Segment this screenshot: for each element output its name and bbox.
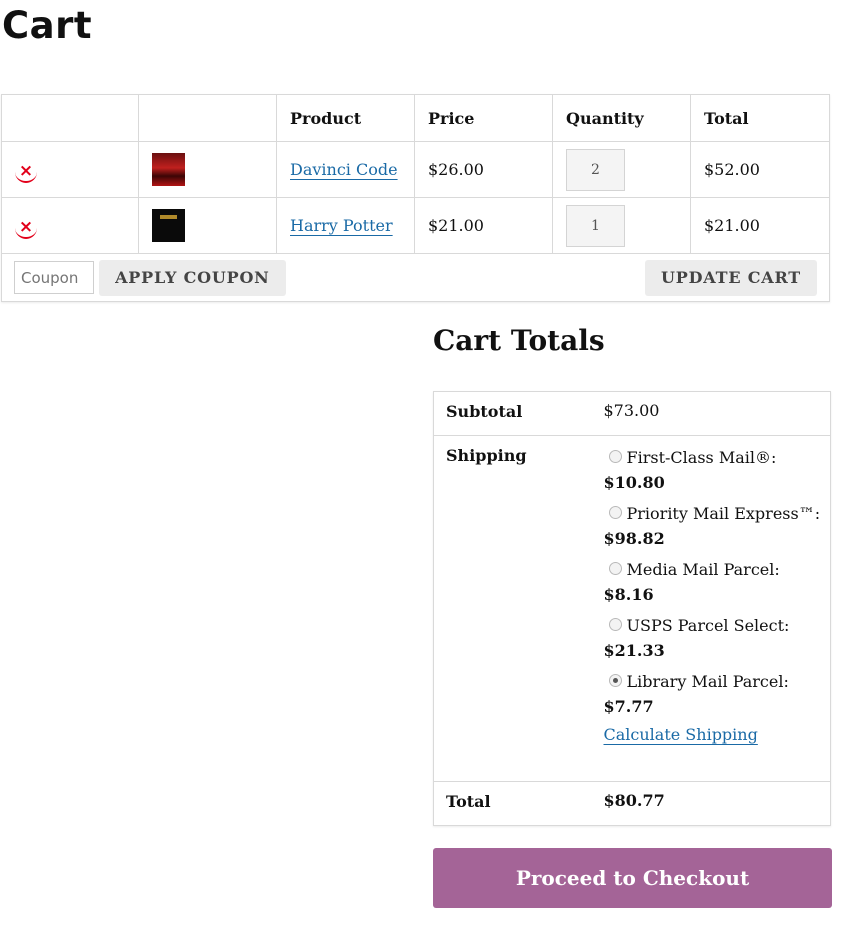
cart-header-row: Product Price Quantity Total (1, 94, 830, 142)
book-cover-davinci-icon[interactable] (152, 153, 185, 186)
product-link[interactable]: Harry Potter (290, 216, 393, 235)
shipping-option-cost: $7.77 (603, 697, 654, 716)
header-thumbnail (138, 94, 277, 142)
update-cart-button[interactable]: UPDATE CART (645, 259, 817, 296)
shipping-option[interactable]: Priority Mail Express™: $98.82 (604, 501, 823, 551)
remove-cell: × (1, 197, 139, 254)
shipping-option[interactable]: USPS Parcel Select: $21.33 (604, 613, 823, 663)
shipping-radio[interactable] (608, 618, 622, 631)
header-total: Total (690, 94, 830, 142)
product-link[interactable]: Davinci Code (290, 160, 398, 179)
line-total-cell: $52.00 (690, 141, 830, 198)
header-product: Product (276, 94, 415, 142)
price-cell: $21.00 (414, 197, 553, 254)
order-total-row: Total $80.77 (433, 781, 831, 826)
subtotal-label: Subtotal (433, 391, 592, 436)
subtotal-value: $73.00 (591, 391, 831, 436)
remove-cell: × (1, 141, 139, 198)
cart-table: Product Price Quantity Total × Davinci C… (1, 94, 830, 302)
cart-totals-title: Cart Totals (433, 324, 605, 357)
quantity-input[interactable] (566, 148, 625, 191)
quantity-cell (552, 197, 691, 254)
proceed-to-checkout-button[interactable]: Proceed to Checkout (433, 848, 832, 908)
shipping-radio-selected[interactable] (608, 674, 622, 687)
shipping-method-list: First-Class Mail®: $10.80 Priority Mail … (604, 445, 823, 719)
quantity-input[interactable] (566, 204, 625, 247)
shipping-option[interactable]: First-Class Mail®: $10.80 (604, 445, 823, 495)
quantity-cell (552, 141, 691, 198)
order-total-label: Total (433, 781, 592, 826)
book-cover-harry-potter-icon[interactable] (152, 209, 185, 242)
cart-item-row: × Harry Potter $21.00 $21.00 (1, 197, 830, 254)
order-total-value: $80.77 (591, 781, 831, 826)
shipping-option-label: First-Class Mail®: (626, 448, 777, 467)
shipping-option-label: Priority Mail Express™: (626, 504, 821, 523)
cart-item-row: × Davinci Code $26.00 $52.00 (1, 141, 830, 198)
subtotal-row: Subtotal $73.00 (433, 391, 831, 436)
cart-actions-row: APPLY COUPON UPDATE CART (1, 253, 830, 302)
page-title: Cart (2, 4, 93, 47)
cart-actions: APPLY COUPON UPDATE CART (1, 253, 830, 302)
thumbnail-cell (138, 197, 277, 254)
header-quantity: Quantity (552, 94, 691, 142)
shipping-label: Shipping (433, 435, 592, 782)
shipping-radio[interactable] (608, 562, 622, 575)
shipping-option-label: Library Mail Parcel: (626, 672, 789, 691)
line-total-cell: $21.00 (690, 197, 830, 254)
shipping-option[interactable]: Library Mail Parcel: $7.77 (604, 669, 823, 719)
product-cell: Davinci Code (276, 141, 415, 198)
remove-item-icon[interactable]: × (15, 161, 37, 183)
shipping-option-cost: $98.82 (603, 529, 665, 548)
price-cell: $26.00 (414, 141, 553, 198)
coupon-input[interactable] (14, 261, 94, 294)
shipping-option-label: Media Mail Parcel: (626, 560, 780, 579)
shipping-options: First-Class Mail®: $10.80 Priority Mail … (591, 435, 831, 782)
shipping-option[interactable]: Media Mail Parcel: $8.16 (604, 557, 823, 607)
header-remove (1, 94, 139, 142)
shipping-option-cost: $10.80 (603, 473, 665, 492)
shipping-row: Shipping First-Class Mail®: $10.80 Prior… (433, 435, 831, 782)
shipping-option-cost: $21.33 (603, 641, 665, 660)
thumbnail-cell (138, 141, 277, 198)
shipping-option-label: USPS Parcel Select: (626, 616, 790, 635)
shipping-radio[interactable] (608, 450, 622, 463)
apply-coupon-button[interactable]: APPLY COUPON (99, 259, 286, 296)
shipping-radio[interactable] (608, 506, 622, 519)
cart-totals-table: Subtotal $73.00 Shipping First-Class Mai… (433, 391, 831, 826)
remove-item-icon[interactable]: × (15, 217, 37, 239)
product-cell: Harry Potter (276, 197, 415, 254)
header-price: Price (414, 94, 553, 142)
shipping-option-cost: $8.16 (603, 585, 654, 604)
calculate-shipping-link[interactable]: Calculate Shipping (604, 725, 758, 744)
